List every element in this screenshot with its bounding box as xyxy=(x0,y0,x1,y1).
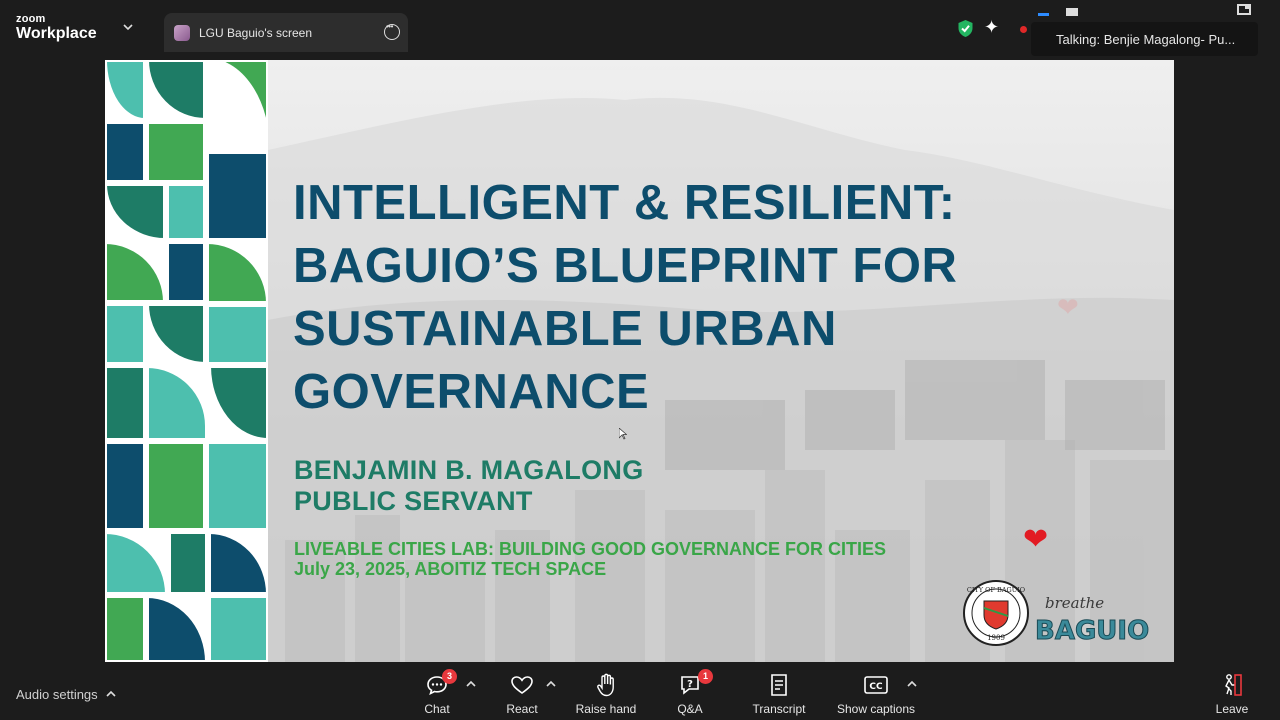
hand-icon xyxy=(597,673,614,697)
leave-label: Leave xyxy=(1215,702,1249,716)
show-captions-button[interactable]: CC Show captions xyxy=(836,670,916,716)
chevron-up-icon[interactable] xyxy=(546,680,556,688)
logo-line2: Workplace xyxy=(16,25,97,42)
event-block: LIVEABLE CITIES LAB: BUILDING GOOD GOVER… xyxy=(294,539,886,579)
video-thumbnail-icon xyxy=(1066,8,1078,16)
transcript-label: Transcript xyxy=(752,702,806,716)
more-options-icon[interactable] xyxy=(384,22,400,40)
chat-label: Chat xyxy=(424,702,450,716)
recording-indicator-icon xyxy=(1020,26,1027,33)
view-toggle-icon[interactable] xyxy=(1237,4,1251,15)
mouse-cursor-icon xyxy=(619,428,627,440)
event-date-place: July 23, 2025, ABOITIZ TECH SPACE xyxy=(294,559,607,579)
avatar xyxy=(174,25,190,41)
react-label: React xyxy=(506,702,538,716)
slide-title-line-1: INTELLIGENT & RESILIENT: xyxy=(293,176,956,230)
show-captions-label: Show captions xyxy=(836,702,916,716)
ai-companion-icon[interactable]: ✦ xyxy=(984,18,999,36)
qa-button[interactable]: ? 1 Q&A xyxy=(670,669,713,716)
reaction-heart-icon: ❤ xyxy=(1057,292,1079,322)
shared-slide: INTELLIGENT & RESILIENT: BAGUIO’S BLUEPR… xyxy=(105,60,1174,662)
audio-settings-button[interactable]: Audio settings xyxy=(16,687,98,702)
share-tab-title: LGU Baguio's screen xyxy=(199,26,313,40)
qa-label: Q&A xyxy=(677,702,703,716)
raise-hand-button[interactable]: Raise hand xyxy=(574,670,638,716)
seal-text: CITY OF BAGUIO xyxy=(967,586,1025,594)
top-bar: zoom Workplace LGU Baguio's screen ✦ Tal… xyxy=(0,0,1280,56)
chevron-up-icon[interactable] xyxy=(907,680,917,688)
speaker-block: BENJAMIN B. MAGALONG PUBLIC SERVANT xyxy=(294,455,644,517)
speaker-role: PUBLIC SERVANT xyxy=(294,486,533,516)
leave-icon xyxy=(1225,674,1242,696)
seal-year: 1909 xyxy=(987,634,1005,642)
slide-title-line-3: SUSTAINABLE URBAN xyxy=(293,302,837,356)
talking-indicator: Talking: Benjie Magalong- Pu... xyxy=(1031,22,1258,56)
heart-outline-icon xyxy=(511,676,533,694)
transcript-icon xyxy=(771,674,787,696)
logo-line1: zoom xyxy=(16,13,46,25)
raise-hand-label: Raise hand xyxy=(575,702,637,716)
screen-share-tab[interactable]: LGU Baguio's screen xyxy=(164,13,408,52)
svg-text:?: ? xyxy=(687,679,693,690)
breathe-baguio-logo: breathe BAGUIO xyxy=(1035,594,1150,646)
chat-button[interactable]: 3 Chat xyxy=(417,669,457,716)
chevron-down-icon[interactable] xyxy=(122,22,134,32)
speaker-indicator-icon xyxy=(1038,13,1049,16)
reaction-heart-icon: ❤ xyxy=(1023,523,1049,556)
chat-badge: 3 xyxy=(442,669,457,684)
svg-text:CC: CC xyxy=(869,682,883,692)
qa-badge: 1 xyxy=(698,669,713,684)
chevron-up-icon[interactable] xyxy=(106,690,116,698)
chevron-up-icon[interactable] xyxy=(466,680,476,688)
shield-check-icon[interactable] xyxy=(957,19,974,38)
geometric-pattern-decoration xyxy=(105,60,268,662)
logo-word-text: BAGUIO xyxy=(1035,616,1149,646)
speaker-name: BENJAMIN B. MAGALONG xyxy=(294,455,644,485)
logo-script-text: breathe xyxy=(1045,594,1104,612)
zoom-workplace-logo[interactable]: zoom Workplace xyxy=(16,14,97,42)
city-of-baguio-seal: 1909 CITY OF BAGUIO xyxy=(963,580,1029,646)
leave-button[interactable]: Leave xyxy=(1212,670,1252,716)
cc-icon: CC xyxy=(864,676,888,694)
talking-text: Talking: Benjie Magalong- Pu... xyxy=(1056,32,1236,47)
slide-title: INTELLIGENT & RESILIENT: BAGUIO’S BLUEPR… xyxy=(293,172,957,424)
slide-title-line-4: GOVERNANCE xyxy=(293,365,650,419)
meeting-toolbar: Audio settings 3 Chat React Raise hand ?… xyxy=(0,666,1280,720)
react-button[interactable]: React xyxy=(502,670,542,716)
slide-title-line-2: BAGUIO’S BLUEPRINT FOR xyxy=(293,239,958,293)
transcript-button[interactable]: Transcript xyxy=(749,670,809,716)
event-name: LIVEABLE CITIES LAB: BUILDING GOOD GOVER… xyxy=(294,539,887,559)
